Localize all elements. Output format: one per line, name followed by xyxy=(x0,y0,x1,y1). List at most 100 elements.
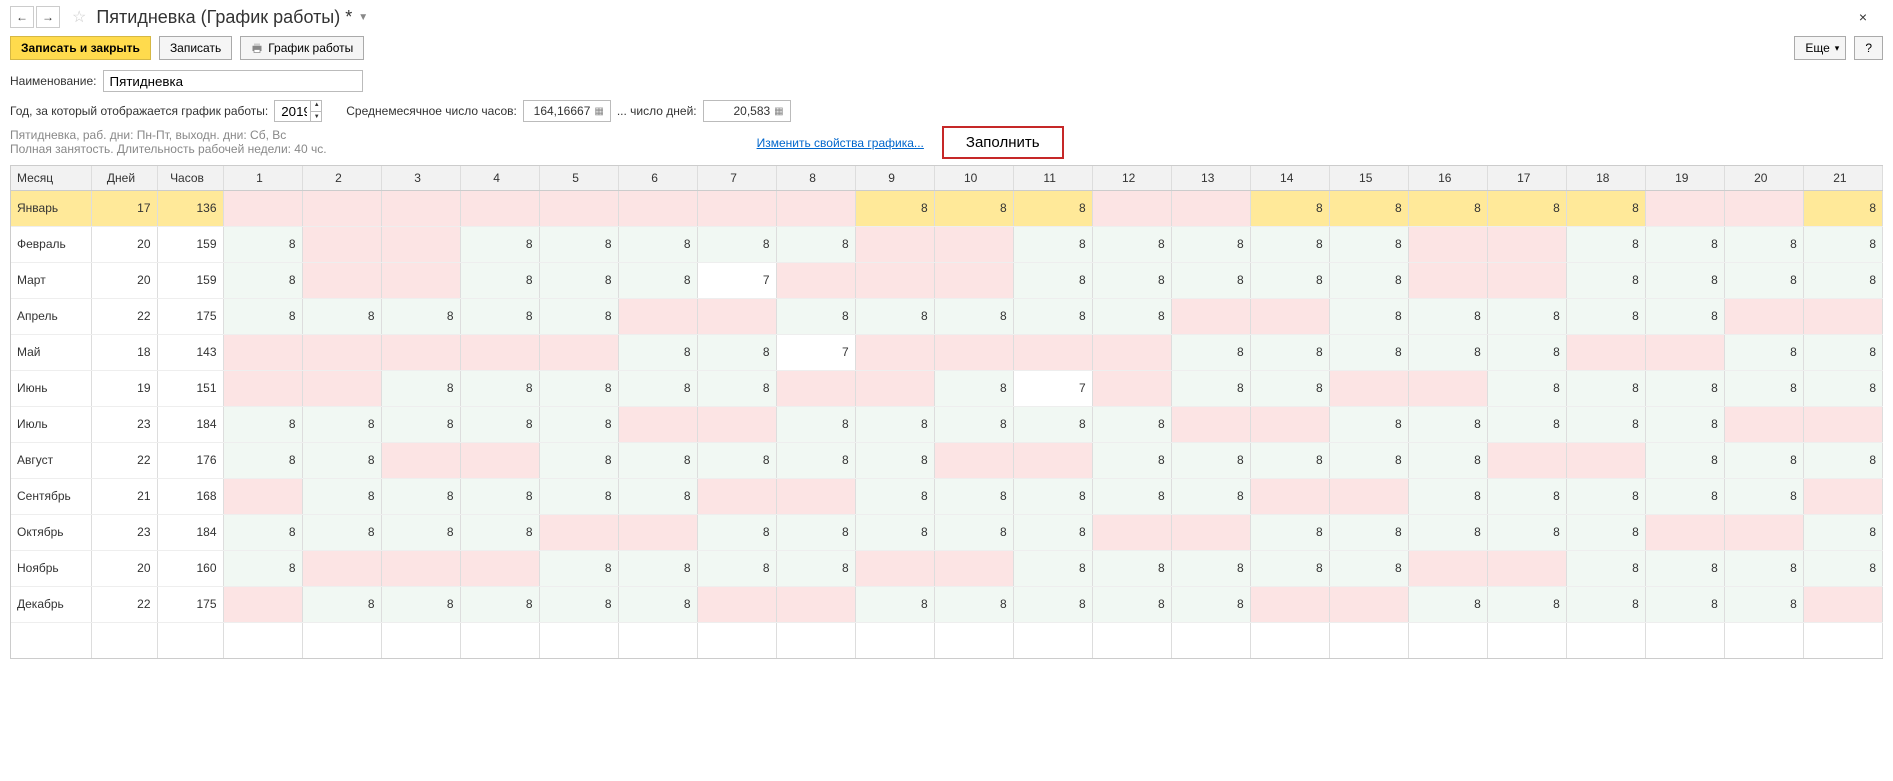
cell-day[interactable] xyxy=(1803,586,1882,622)
col-month[interactable]: Месяц xyxy=(11,166,91,190)
cell-day[interactable]: 8 xyxy=(618,478,697,514)
cell-day[interactable]: 8 xyxy=(381,298,460,334)
cell-day[interactable] xyxy=(223,586,302,622)
cell-day[interactable]: 8 xyxy=(539,586,618,622)
forward-button[interactable]: → xyxy=(36,6,60,28)
cell-day[interactable]: 8 xyxy=(223,226,302,262)
cell-day[interactable]: 8 xyxy=(618,262,697,298)
cell-month[interactable]: Октябрь xyxy=(11,514,91,550)
cell-day[interactable]: 8 xyxy=(1408,442,1487,478)
cell-day[interactable]: 8 xyxy=(618,334,697,370)
avg-hours-field[interactable]: 164,16667 ▦ xyxy=(523,100,611,122)
cell-day[interactable] xyxy=(1329,370,1408,406)
col-day-6[interactable]: 6 xyxy=(618,166,697,190)
cell-day[interactable] xyxy=(223,478,302,514)
cell-day[interactable]: 8 xyxy=(1092,550,1171,586)
cell-day[interactable]: 8 xyxy=(776,226,855,262)
cell-day[interactable] xyxy=(855,370,934,406)
cell-day[interactable]: 8 xyxy=(1408,514,1487,550)
cell-day[interactable]: 8 xyxy=(1724,262,1803,298)
col-day-14[interactable]: 14 xyxy=(1250,166,1329,190)
cell-days[interactable]: 22 xyxy=(91,586,157,622)
cell-day[interactable] xyxy=(381,442,460,478)
col-day-17[interactable]: 17 xyxy=(1487,166,1566,190)
cell-day[interactable]: 8 xyxy=(697,334,776,370)
cell-day[interactable]: 8 xyxy=(460,298,539,334)
cell-day[interactable]: 8 xyxy=(1408,586,1487,622)
cell-day[interactable]: 8 xyxy=(1250,190,1329,226)
cell-day[interactable]: 8 xyxy=(1566,406,1645,442)
cell-day[interactable] xyxy=(1724,514,1803,550)
cell-day[interactable]: 8 xyxy=(697,226,776,262)
cell-day[interactable]: 8 xyxy=(381,406,460,442)
cell-day[interactable] xyxy=(1645,334,1724,370)
cell-day[interactable] xyxy=(618,514,697,550)
cell-day[interactable]: 8 xyxy=(1566,262,1645,298)
cell-day[interactable] xyxy=(1566,334,1645,370)
cell-day[interactable] xyxy=(934,550,1013,586)
cell-days[interactable]: 20 xyxy=(91,262,157,298)
cell-hours[interactable]: 160 xyxy=(157,550,223,586)
cell-day[interactable]: 8 xyxy=(1803,370,1882,406)
cell-day[interactable]: 7 xyxy=(697,262,776,298)
cell-days[interactable]: 23 xyxy=(91,406,157,442)
cell-day[interactable] xyxy=(618,190,697,226)
cell-day[interactable] xyxy=(934,262,1013,298)
cell-day[interactable]: 8 xyxy=(223,406,302,442)
cell-day[interactable] xyxy=(1092,514,1171,550)
cell-month[interactable]: Декабрь xyxy=(11,586,91,622)
schedule-button[interactable]: График работы xyxy=(240,36,364,60)
cell-day[interactable] xyxy=(1250,406,1329,442)
cell-day[interactable]: 8 xyxy=(1645,262,1724,298)
col-day-4[interactable]: 4 xyxy=(460,166,539,190)
cell-day[interactable] xyxy=(1171,406,1250,442)
cell-day[interactable]: 8 xyxy=(697,370,776,406)
cell-day[interactable] xyxy=(1250,478,1329,514)
cell-days[interactable]: 23 xyxy=(91,514,157,550)
cell-day[interactable] xyxy=(1487,226,1566,262)
cell-day[interactable]: 8 xyxy=(1803,334,1882,370)
cell-day[interactable]: 8 xyxy=(1408,334,1487,370)
cell-day[interactable]: 8 xyxy=(1724,442,1803,478)
cell-day[interactable]: 8 xyxy=(1487,298,1566,334)
cell-day[interactable]: 8 xyxy=(855,406,934,442)
cell-day[interactable]: 8 xyxy=(1013,226,1092,262)
cell-day[interactable] xyxy=(381,226,460,262)
cell-month[interactable]: Март xyxy=(11,262,91,298)
cell-day[interactable] xyxy=(1092,370,1171,406)
cell-day[interactable]: 8 xyxy=(1566,370,1645,406)
cell-day[interactable] xyxy=(302,334,381,370)
cell-day[interactable]: 8 xyxy=(460,478,539,514)
cell-hours[interactable]: 168 xyxy=(157,478,223,514)
cell-day[interactable]: 8 xyxy=(1803,226,1882,262)
cell-day[interactable]: 8 xyxy=(1487,334,1566,370)
cell-day[interactable]: 7 xyxy=(776,334,855,370)
cell-day[interactable] xyxy=(460,190,539,226)
cell-day[interactable] xyxy=(1724,190,1803,226)
cell-day[interactable]: 8 xyxy=(1250,334,1329,370)
cell-day[interactable]: 8 xyxy=(539,550,618,586)
cell-day[interactable]: 8 xyxy=(1803,514,1882,550)
cell-day[interactable] xyxy=(223,190,302,226)
cell-day[interactable]: 8 xyxy=(1092,226,1171,262)
calc-icon[interactable]: ▦ xyxy=(774,106,783,117)
cell-day[interactable]: 8 xyxy=(934,190,1013,226)
cell-day[interactable] xyxy=(934,334,1013,370)
cell-day[interactable]: 8 xyxy=(618,370,697,406)
cell-month[interactable]: Июль xyxy=(11,406,91,442)
cell-day[interactable]: 8 xyxy=(1092,478,1171,514)
cell-day[interactable] xyxy=(1329,586,1408,622)
cell-day[interactable]: 8 xyxy=(1724,550,1803,586)
cell-month[interactable]: Ноябрь xyxy=(11,550,91,586)
cell-day[interactable]: 8 xyxy=(1329,298,1408,334)
cell-day[interactable] xyxy=(1250,586,1329,622)
save-button[interactable]: Записать xyxy=(159,36,232,60)
cell-day[interactable]: 8 xyxy=(1013,478,1092,514)
col-day-1[interactable]: 1 xyxy=(223,166,302,190)
cell-day[interactable] xyxy=(1487,262,1566,298)
cell-day[interactable]: 8 xyxy=(1171,262,1250,298)
back-button[interactable]: ← xyxy=(10,6,34,28)
cell-day[interactable]: 8 xyxy=(1566,190,1645,226)
cell-hours[interactable]: 176 xyxy=(157,442,223,478)
cell-day[interactable] xyxy=(1329,478,1408,514)
